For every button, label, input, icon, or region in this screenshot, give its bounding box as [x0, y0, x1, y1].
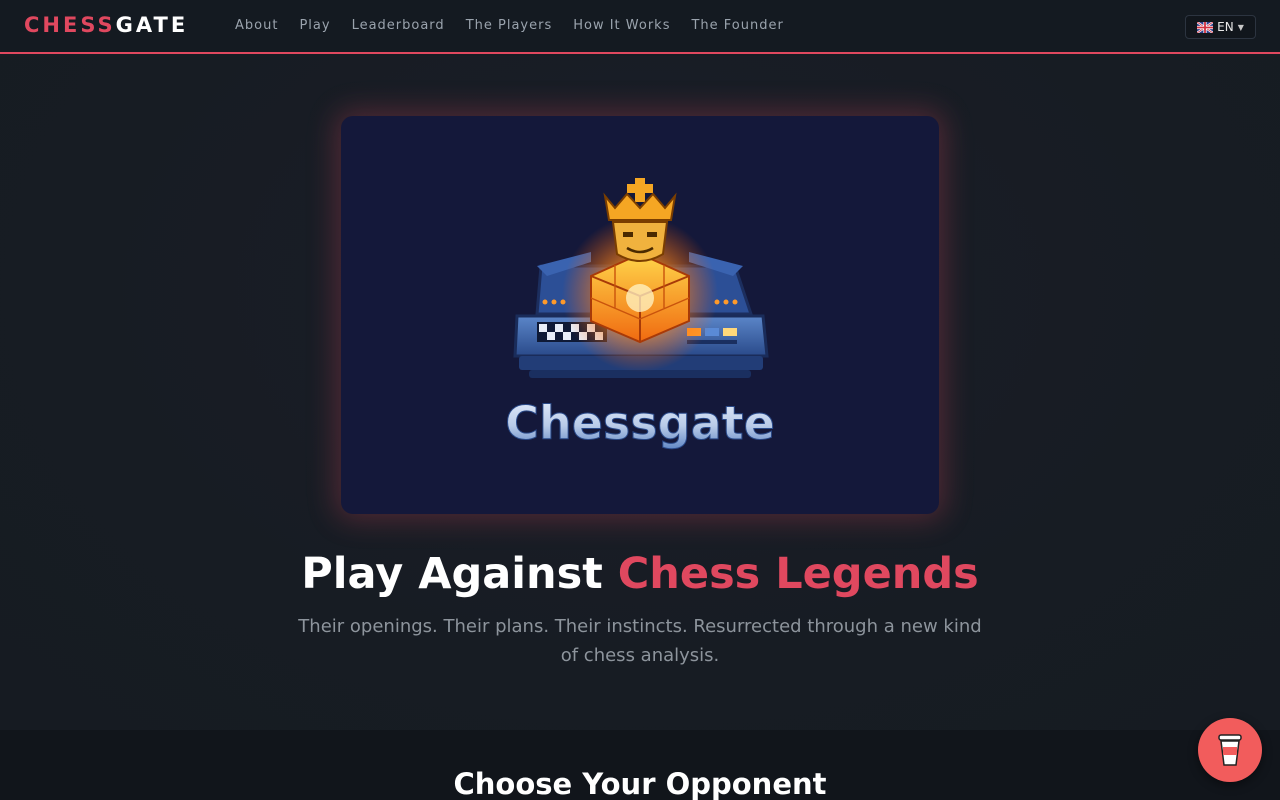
- nav-link-how-it-works[interactable]: How It Works: [573, 18, 670, 33]
- brand-logo[interactable]: CHESSGATE: [24, 13, 188, 37]
- hero-title-accent: Chess Legends: [617, 549, 979, 599]
- buy-coffee-button[interactable]: [1198, 718, 1262, 782]
- coffee-cup-icon: [1218, 734, 1242, 766]
- chevron-down-icon: ▼: [1237, 22, 1244, 32]
- hero-subtitle: Their openings. Their plans. Their insti…: [298, 616, 982, 666]
- nav-link-the-founder[interactable]: The Founder: [691, 18, 783, 33]
- logo-wordmark: Chessgate: [505, 396, 775, 450]
- section-title: Choose Your Opponent: [453, 767, 827, 800]
- nav-link-about[interactable]: About: [235, 18, 278, 33]
- language-selector[interactable]: EN ▼: [1185, 15, 1256, 39]
- chessgate-logo-image: Chessgate: [505, 178, 775, 451]
- nav-link-leaderboard[interactable]: Leaderboard: [352, 18, 445, 33]
- uk-flag-icon: [1197, 21, 1214, 33]
- nav-link-the-players[interactable]: The Players: [466, 18, 553, 33]
- language-code: EN: [1217, 20, 1234, 34]
- brand-logo-part1: CHESS: [24, 13, 116, 37]
- hero-title: Play Against Chess Legends: [0, 549, 1280, 599]
- hero-title-prefix: Play Against: [301, 549, 618, 599]
- hero-logo-card: Chessgate: [341, 116, 939, 514]
- nav-links: About Play Leaderboard The Players How I…: [235, 18, 805, 33]
- top-navbar: CHESSGATE About Play Leaderboard The Pla…: [0, 0, 1280, 54]
- brand-logo-part2: GATE: [115, 13, 189, 37]
- nav-link-play[interactable]: Play: [299, 18, 330, 33]
